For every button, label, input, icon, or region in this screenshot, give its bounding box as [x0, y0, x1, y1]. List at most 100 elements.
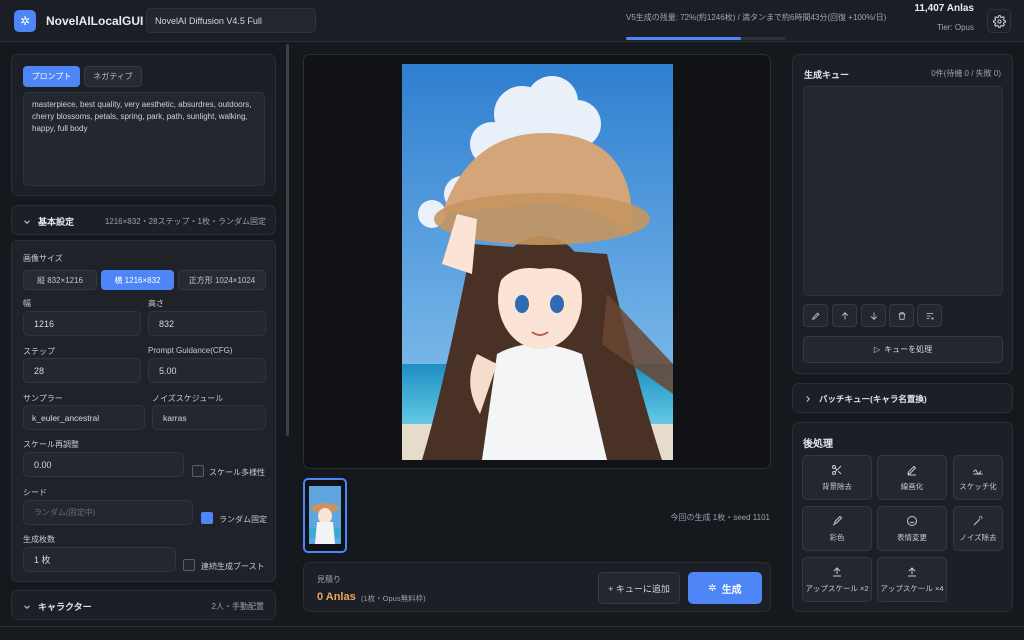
model-select[interactable]: NovelAI Diffusion V4.5 Full [146, 8, 316, 33]
random-fixed-label: ランダム固定 [219, 515, 267, 524]
size-landscape-button[interactable]: 横 1216×832 [101, 270, 174, 290]
character-title: キャラクター [22, 600, 92, 613]
left-scrollbar[interactable] [286, 44, 289, 436]
sparkle-icon: ✲ [708, 582, 717, 594]
colorize-button[interactable]: 彩色 [802, 506, 872, 551]
noise-schedule-label: ノイズスケジュール [152, 394, 224, 403]
remove-background-button[interactable]: 背景除去 [802, 455, 872, 500]
app-logo-icon: ✲ [14, 10, 36, 32]
upload-icon [833, 566, 841, 576]
cfg-label: Prompt Guidance(CFG) [148, 346, 233, 355]
settings-button[interactable] [987, 9, 1011, 33]
count-input[interactable]: 1 枚 [23, 547, 176, 572]
sampler-select[interactable]: k_euler_ancestral [23, 405, 145, 430]
clear-list-button[interactable] [917, 304, 942, 327]
move-down-button[interactable] [861, 304, 886, 327]
anlas-progress-fill [626, 37, 742, 40]
brush-icon [832, 515, 843, 525]
upscale-4x-button[interactable]: アップスケール ×4 [877, 557, 947, 602]
noise-schedule-select[interactable]: karras [152, 405, 266, 430]
expression-button[interactable]: 表情変更 [877, 506, 947, 551]
add-to-queue-button[interactable]: + キューに追加 [598, 572, 680, 604]
process-queue-label: キューを処理 [884, 345, 933, 354]
upscale-2x-button[interactable]: アップスケール ×2 [802, 557, 872, 602]
tab-prompt[interactable]: プロンプト [23, 66, 80, 87]
play-icon: ▷ [873, 345, 881, 354]
post-label: スケッチ化 [959, 481, 997, 491]
smile-icon [907, 515, 917, 526]
post-label: 背景除去 [822, 481, 852, 491]
delete-button[interactable] [889, 304, 914, 327]
post-processing-title: 後処理 [803, 439, 833, 450]
upload-icon [908, 566, 916, 576]
arrow-down-icon [870, 312, 877, 320]
steps-input[interactable]: 28 [23, 358, 141, 383]
process-queue-button[interactable]: ▷ キューを処理 [803, 336, 1003, 363]
generated-image[interactable] [402, 64, 673, 460]
generate-label: 生成 [721, 584, 742, 596]
queue-title: 生成キュー [804, 70, 850, 80]
app-header: ✲ NovelAILocalGUI NovelAI Diffusion V4.5… [0, 0, 1024, 42]
gear-icon [992, 14, 1006, 28]
magic-wand-icon [973, 515, 983, 525]
size-square-button[interactable]: 正方形 1024×1024 [178, 270, 266, 290]
height-label: 高さ [148, 299, 164, 308]
post-label: アップスケール ×2 [805, 583, 869, 593]
width-input[interactable]: 1216 [23, 311, 141, 336]
tier-label: Tier: Opus [936, 23, 974, 32]
generate-button[interactable]: ✲ 生成 [688, 572, 762, 604]
rescale-input[interactable]: 0.00 [23, 452, 184, 477]
seed-input[interactable]: ランダム(固定中) [23, 500, 193, 525]
pencil-icon [811, 311, 820, 320]
bottom-bar [0, 626, 1024, 640]
anlas-progress-bar [626, 37, 786, 40]
basic-settings-summary: 1216×832・28ステップ・1枚・ランダム固定 [104, 217, 266, 226]
post-label: 線画化 [900, 481, 924, 491]
tab-negative[interactable]: ネガティブ [84, 66, 142, 87]
batch-queue-title: バッチキュー(キャラ名置換) [803, 393, 927, 405]
app-title: NovelAILocalGUI [46, 14, 144, 28]
sampler-label: サンプラー [23, 394, 63, 403]
move-up-button[interactable] [832, 304, 857, 327]
boost-label: 連続生成ブースト [201, 562, 265, 571]
lineart-button[interactable]: 線画化 [877, 455, 947, 500]
estimate-value: 0 Anlas [317, 591, 356, 603]
sketch-icon [973, 469, 983, 474]
queue-count: 0件(待機 0 / 失敗 0) [931, 69, 1001, 78]
basic-settings-body: 画像サイズ 縦 832×1216 横 1216×832 正方形 1024×102… [11, 240, 276, 582]
character-header[interactable]: キャラクター 2人・手動配置 [11, 590, 276, 620]
estimate-bar: 見積り 0 Anlas (1枚・Opus無料枠) + キューに追加 ✲ 生成 [303, 562, 771, 612]
anlas-status: V5生成の残量: 72%(約1246枚) / 満タンまで約6時間43分(回復 +… [626, 13, 887, 22]
trash-icon [898, 311, 905, 320]
seed-label: シード [23, 488, 47, 497]
denoise-button[interactable]: ノイズ除去 [953, 506, 1003, 551]
prompt-textarea[interactable]: masterpiece, best quality, very aestheti… [23, 92, 265, 186]
chevron-down-icon [24, 219, 30, 224]
size-portrait-button[interactable]: 縦 832×1216 [23, 270, 97, 290]
sketch-button[interactable]: スケッチ化 [953, 455, 1003, 500]
queue-list [803, 86, 1003, 296]
count-label: 生成枚数 [23, 535, 55, 544]
anlas-total: 11,407 Anlas [914, 3, 974, 14]
post-label: 彩色 [829, 532, 845, 542]
post-processing-panel: 後処理 背景除去 線画化 スケッチ化 彩色 表情変更 ノイズ除去 アップスケール… [792, 422, 1013, 612]
height-input[interactable]: 832 [148, 311, 266, 336]
chevron-right-icon [806, 396, 810, 402]
batch-queue-header[interactable]: バッチキュー(キャラ名置換) [792, 383, 1013, 413]
scissors-icon [832, 464, 842, 475]
arrow-up-icon [841, 311, 848, 319]
width-label: 幅 [23, 299, 31, 308]
estimate-label: 見積り [317, 575, 341, 584]
random-fixed-checkbox[interactable] [201, 512, 213, 524]
thumbnail-image[interactable] [303, 478, 347, 553]
chevron-down-icon [24, 604, 30, 609]
basic-settings-header[interactable]: 基本設定 1216×832・28ステップ・1枚・ランダム固定 [11, 205, 276, 235]
edit-button[interactable] [803, 304, 828, 327]
cfg-input[interactable]: 5.00 [148, 358, 266, 383]
prompt-panel: プロンプト ネガティブ masterpiece, best quality, v… [11, 54, 276, 196]
scale-variety-label: スケール多様性 [209, 468, 265, 477]
estimate-note: (1枚・Opus無料枠) [361, 594, 426, 603]
boost-checkbox[interactable] [183, 559, 195, 571]
steps-label: ステップ [23, 347, 55, 356]
scale-variety-checkbox[interactable] [192, 465, 204, 477]
